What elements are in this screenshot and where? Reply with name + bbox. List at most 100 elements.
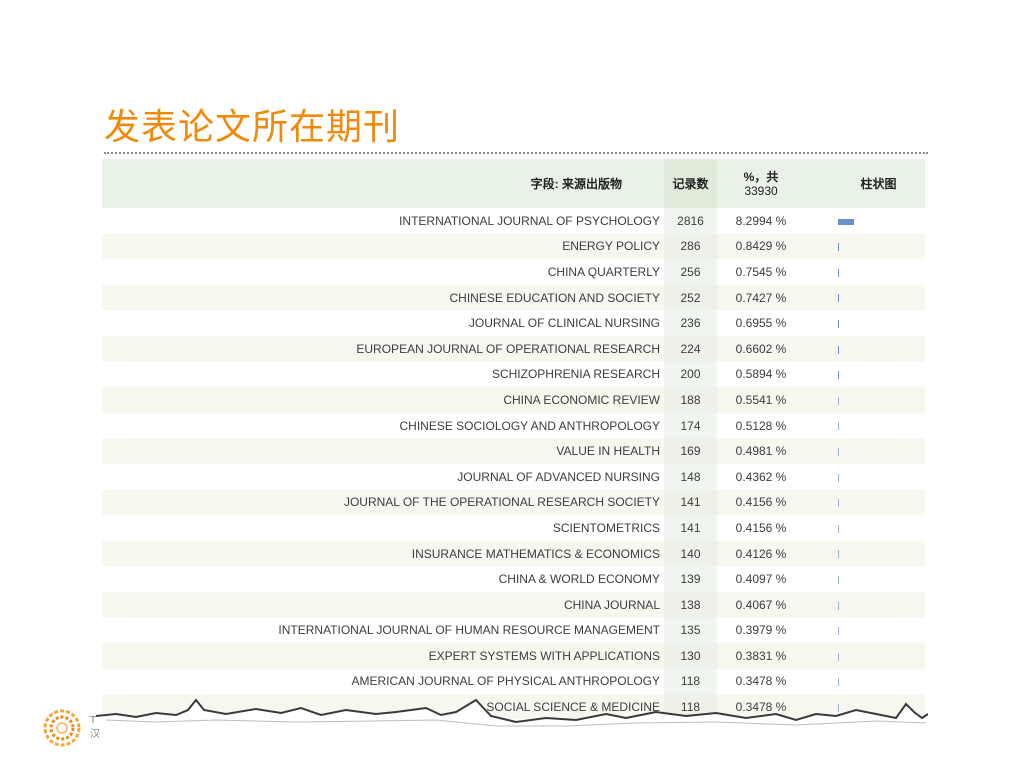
count-cell: 141 xyxy=(664,515,717,541)
bar-mark xyxy=(838,218,854,225)
header-percent-total: 33930 xyxy=(744,183,778,198)
bar-cell xyxy=(832,592,925,618)
bar-cell xyxy=(832,234,925,260)
bar-mark xyxy=(838,371,839,380)
spacer-cell xyxy=(805,541,832,567)
bar-cell xyxy=(832,618,925,644)
table-row: CHINA QUARTERLY 256 0.7545 % xyxy=(102,259,925,285)
count-cell: 148 xyxy=(664,463,717,490)
source-cell: JOURNAL OF ADVANCED NURSING xyxy=(457,469,660,484)
count-cell: 188 xyxy=(664,387,717,413)
percent-cell: 0.5894 % xyxy=(735,367,787,382)
spacer-cell xyxy=(805,464,832,490)
spacer-cell xyxy=(805,336,832,362)
bar-cell xyxy=(832,464,925,490)
percent-cell: 0.4981 % xyxy=(735,444,787,459)
bar-mark xyxy=(838,447,839,456)
bar-cell xyxy=(832,336,925,362)
header-count: 记录数 xyxy=(664,159,717,208)
bar-mark xyxy=(838,473,839,482)
source-cell: INTERNATIONAL JOURNAL OF PSYCHOLOGY xyxy=(399,213,660,228)
bar-mark xyxy=(838,499,839,508)
percent-cell: 0.4126 % xyxy=(735,546,787,561)
source-cell: JOURNAL OF THE OPERATIONAL RESEARCH SOCI… xyxy=(343,495,660,510)
count-cell: 130 xyxy=(664,643,717,669)
spacer-cell xyxy=(805,515,832,541)
count-cell: 118 xyxy=(664,668,717,695)
spacer-cell xyxy=(805,310,832,336)
bar-mark xyxy=(838,524,839,533)
source-cell: EXPERT SYSTEMS WITH APPLICATIONS xyxy=(428,648,660,663)
header-spacer xyxy=(805,159,832,208)
spacer-cell xyxy=(805,669,832,695)
percent-cell: 0.5128 % xyxy=(735,418,787,433)
percent-cell: 0.4156 % xyxy=(735,520,787,535)
table-row: ENERGY POLICY 286 0.8429 % xyxy=(102,233,925,260)
percent-cell: 0.7545 % xyxy=(735,264,787,279)
bar-cell xyxy=(832,259,925,285)
source-cell: CHINA & WORLD ECONOMY xyxy=(498,572,660,587)
bar-cell xyxy=(832,669,925,695)
bar-cell xyxy=(832,285,925,311)
percent-cell: 0.6602 % xyxy=(735,341,787,356)
bar-mark xyxy=(838,575,839,584)
spacer-cell xyxy=(805,259,832,285)
bar-mark xyxy=(838,652,839,661)
source-cell: CHINA JOURNAL xyxy=(563,597,660,612)
bar-cell xyxy=(832,208,925,234)
torn-paper-edge xyxy=(96,698,928,768)
table-row: CHINA JOURNAL 138 0.4067 % xyxy=(102,591,925,618)
company-logo-icon xyxy=(43,709,81,747)
header-percent-label: %，共 xyxy=(743,169,779,184)
percent-cell: 0.7427 % xyxy=(735,290,787,305)
source-cell: CHINA ECONOMIC REVIEW xyxy=(503,392,660,407)
percent-cell: 0.4067 % xyxy=(735,597,787,612)
bar-mark xyxy=(838,550,839,559)
percent-cell: 0.3979 % xyxy=(735,623,787,638)
spacer-cell xyxy=(805,387,832,413)
header-percent: %，共 33930 xyxy=(717,159,805,208)
percent-cell: 0.6955 % xyxy=(735,316,787,331)
spacer-cell xyxy=(805,490,832,516)
table-row: CHINESE EDUCATION AND SOCIETY 252 0.7427 % xyxy=(102,284,925,311)
count-cell: 224 xyxy=(664,335,717,362)
header-source: 字段: 来源出版物 xyxy=(530,176,622,191)
spacer-cell xyxy=(805,618,832,644)
table-row: JOURNAL OF CLINICAL NURSING 236 0.6955 % xyxy=(102,310,925,336)
bar-cell xyxy=(832,438,925,464)
journal-table: 字段: 来源出版物 记录数 %，共 33930 柱状图 INTERNATIONA… xyxy=(102,159,925,719)
bar-mark xyxy=(838,243,839,252)
table-row: EXPERT SYSTEMS WITH APPLICATIONS 130 0.383… xyxy=(102,643,925,669)
spacer-cell xyxy=(805,208,832,234)
bar-mark xyxy=(838,678,839,687)
bar-cell xyxy=(832,643,925,669)
percent-cell: 0.8429 % xyxy=(735,239,787,254)
source-cell: JOURNAL OF CLINICAL NURSING xyxy=(468,316,660,331)
header-bar: 柱状图 xyxy=(860,176,897,191)
percent-cell: 0.5541 % xyxy=(735,392,787,407)
table-row: CHINESE SOCIOLOGY AND ANTHROPOLOGY 174 0.5… xyxy=(102,412,925,439)
journal-table-container: 字段: 来源出版物 记录数 %，共 33930 柱状图 INTERNATIONA… xyxy=(102,159,925,719)
count-cell: 200 xyxy=(664,361,717,388)
count-cell: 169 xyxy=(664,438,717,464)
bar-mark xyxy=(838,320,839,328)
table-row: SCHIZOPHRENIA RESEARCH 200 0.5894 % xyxy=(102,361,925,388)
count-cell: 138 xyxy=(664,591,717,618)
table-row: SCIENTOMETRICS 141 0.4156 % xyxy=(102,515,925,541)
bar-cell xyxy=(832,413,925,439)
percent-cell: 0.4156 % xyxy=(735,495,787,510)
bar-mark xyxy=(838,422,839,431)
count-cell: 286 xyxy=(664,233,717,260)
source-cell: ENERGY POLICY xyxy=(562,239,660,254)
table-row: INTERNATIONAL JOURNAL OF HUMAN RESOURCE … xyxy=(102,617,925,644)
count-cell: 140 xyxy=(664,540,717,567)
source-cell: SCHIZOPHRENIA RESEARCH xyxy=(491,367,660,382)
table-row: JOURNAL OF THE OPERATIONAL RESEARCH SOCI… xyxy=(102,489,925,516)
spacer-cell xyxy=(805,413,832,439)
bar-cell xyxy=(832,515,925,541)
spacer-cell xyxy=(805,566,832,592)
spacer-cell xyxy=(805,362,832,388)
logo-text: T 汉 xyxy=(90,715,100,740)
count-cell: 2816 xyxy=(664,208,717,234)
bar-cell xyxy=(832,387,925,413)
